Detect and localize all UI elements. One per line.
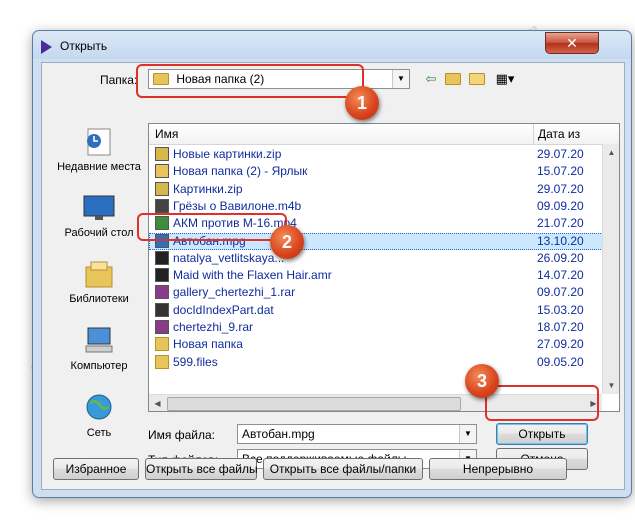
file-date: 29.07.20 <box>537 147 584 161</box>
place-desktop[interactable]: Рабочий стол <box>54 193 144 240</box>
file-date: 18.07.20 <box>537 320 584 334</box>
place-libraries[interactable]: Библиотеки <box>54 259 144 306</box>
recent-places-icon <box>82 127 116 157</box>
file-row[interactable]: Новые картинки.zip 29.07.20 <box>149 146 619 163</box>
computer-icon <box>82 326 116 356</box>
file-date: 21.07.20 <box>537 216 584 231</box>
dialog-body: Папка: Новая папка (2) ▼ ⇦ ▦▾ Недавние м… <box>41 62 625 490</box>
file-row[interactable]: Картинки.zip 29.07.20 <box>149 181 619 198</box>
place-network[interactable]: Сеть <box>54 393 144 440</box>
file-zip-icon <box>155 181 169 196</box>
file-m4b-icon <box>155 198 169 213</box>
file-name: docIdIndexPart.dat <box>173 302 274 317</box>
filename-combo[interactable]: Автобан.mpg ▼ <box>237 424 477 444</box>
place-recent-label: Недавние места <box>57 161 141 173</box>
file-date: 15.07.20 <box>537 164 584 179</box>
file-row[interactable]: chertezhi_9.rar 18.07.20 <box>149 319 619 336</box>
callout-badge-2: 2 <box>270 225 304 259</box>
file-rar-icon <box>155 320 169 334</box>
place-libraries-label: Библиотеки <box>69 293 129 305</box>
libraries-icon <box>82 259 116 289</box>
file-name: chertezhi_9.rar <box>173 320 254 334</box>
place-computer[interactable]: Компьютер <box>54 326 144 373</box>
file-name: natalya_vetlitskaya... <box>173 250 285 265</box>
scroll-left-icon[interactable]: ◀ <box>149 395 166 411</box>
callout-box-folder <box>136 64 364 98</box>
file-row[interactable]: Новая папка (2) - Ярлык 15.07.20 <box>149 163 619 180</box>
file-row[interactable]: Maid with the Flaxen Hair.amr 14.07.20 <box>149 267 619 284</box>
back-arrow-icon[interactable]: ⇦ <box>421 70 441 88</box>
scroll-down-icon[interactable]: ▼ <box>603 377 619 394</box>
file-row[interactable]: docIdIndexPart.dat 15.03.20 <box>149 302 619 319</box>
file-name: gallery_chertezhi_1.rar <box>173 285 296 300</box>
new-folder-icon[interactable] <box>467 70 487 88</box>
file-rar-icon <box>155 285 169 300</box>
file-date: 26.09.20 <box>537 250 584 265</box>
desktop-icon <box>82 193 116 223</box>
file-row[interactable]: Новая папка 27.09.20 <box>149 336 619 353</box>
file-folder-icon <box>155 354 169 369</box>
file-date: 15.03.20 <box>537 302 584 317</box>
close-button[interactable]: ✕ <box>545 32 599 54</box>
scroll-up-icon[interactable]: ▲ <box>603 144 619 161</box>
scrollbar-thumb[interactable] <box>167 397 461 411</box>
file-amr-icon <box>155 268 169 283</box>
file-dat-icon <box>155 302 169 317</box>
file-name: Новая папка <box>173 337 243 352</box>
file-name: Новая папка (2) - Ярлык <box>173 164 308 179</box>
view-menu-icon[interactable]: ▦▾ <box>492 70 518 88</box>
up-folder-icon[interactable] <box>443 70 463 88</box>
file-row[interactable]: 599.files 09.05.20 <box>149 354 619 371</box>
place-recent[interactable]: Недавние места <box>54 127 144 174</box>
open-all-files-button[interactable]: Открыть все файлы <box>145 458 258 480</box>
window-title: Открыть <box>60 39 108 53</box>
continuous-button[interactable]: Непрерывно <box>429 458 567 480</box>
file-date: 29.07.20 <box>537 181 584 196</box>
file-date: 14.07.20 <box>537 268 584 283</box>
column-name-header[interactable]: Имя <box>155 127 178 141</box>
network-globe-icon <box>82 393 116 423</box>
file-date: 09.07.20 <box>537 285 584 300</box>
file-folder-icon <box>155 337 169 352</box>
column-date-header[interactable]: Дата из <box>538 127 580 141</box>
file-shortcut-icon <box>155 164 169 179</box>
filename-label: Имя файла: <box>148 428 215 442</box>
place-computer-label: Компьютер <box>70 360 128 372</box>
file-row[interactable]: gallery_chertezhi_1.rar 09.07.20 <box>149 284 619 301</box>
file-date: 13.10.20 <box>537 233 584 248</box>
vertical-scrollbar[interactable]: ▲ ▼ <box>602 144 619 394</box>
file-name: Грёзы о Вавилоне.m4b <box>173 198 302 213</box>
open-all-files-folders-button[interactable]: Открыть все файлы/папки <box>263 458 423 480</box>
open-dialog: Открыть ✕ Папка: Новая папка (2) ▼ ⇦ ▦▾ … <box>32 30 632 498</box>
file-name: Maid with the Flaxen Hair.amr <box>173 268 332 283</box>
list-header: Имя Дата из <box>149 124 619 145</box>
file-name: 599.files <box>173 354 218 369</box>
title-bar[interactable]: Открыть ✕ <box>33 31 631 61</box>
file-date: 09.09.20 <box>537 198 584 213</box>
app-play-icon <box>41 40 52 54</box>
file-zip-icon <box>155 147 169 161</box>
place-desktop-label: Рабочий стол <box>64 227 134 239</box>
look-in-label: Папка: <box>100 73 138 87</box>
callout-badge-3: 3 <box>465 364 499 398</box>
favorites-button[interactable]: Избранное <box>53 458 139 480</box>
chevron-down-icon[interactable]: ▼ <box>459 425 476 443</box>
chevron-down-icon[interactable]: ▼ <box>392 70 409 88</box>
filename-value: Автобан.mpg <box>242 427 315 441</box>
file-flac-icon <box>155 250 169 265</box>
file-date: 27.09.20 <box>537 337 584 352</box>
file-date: 09.05.20 <box>537 354 584 369</box>
file-row[interactable]: natalya_vetlitskaya... 26.09.20 <box>149 250 619 267</box>
place-network-label: Сеть <box>86 427 112 439</box>
callout-box-file <box>137 213 287 241</box>
callout-badge-1: 1 <box>345 86 379 120</box>
open-button[interactable]: Открыть <box>496 423 588 445</box>
file-list[interactable]: Имя Дата из Новые картинки.zip 29.07.20 Но… <box>148 123 620 412</box>
file-name: Новые картинки.zip <box>173 147 282 161</box>
file-name: Картинки.zip <box>173 181 243 196</box>
callout-box-open <box>485 385 599 421</box>
